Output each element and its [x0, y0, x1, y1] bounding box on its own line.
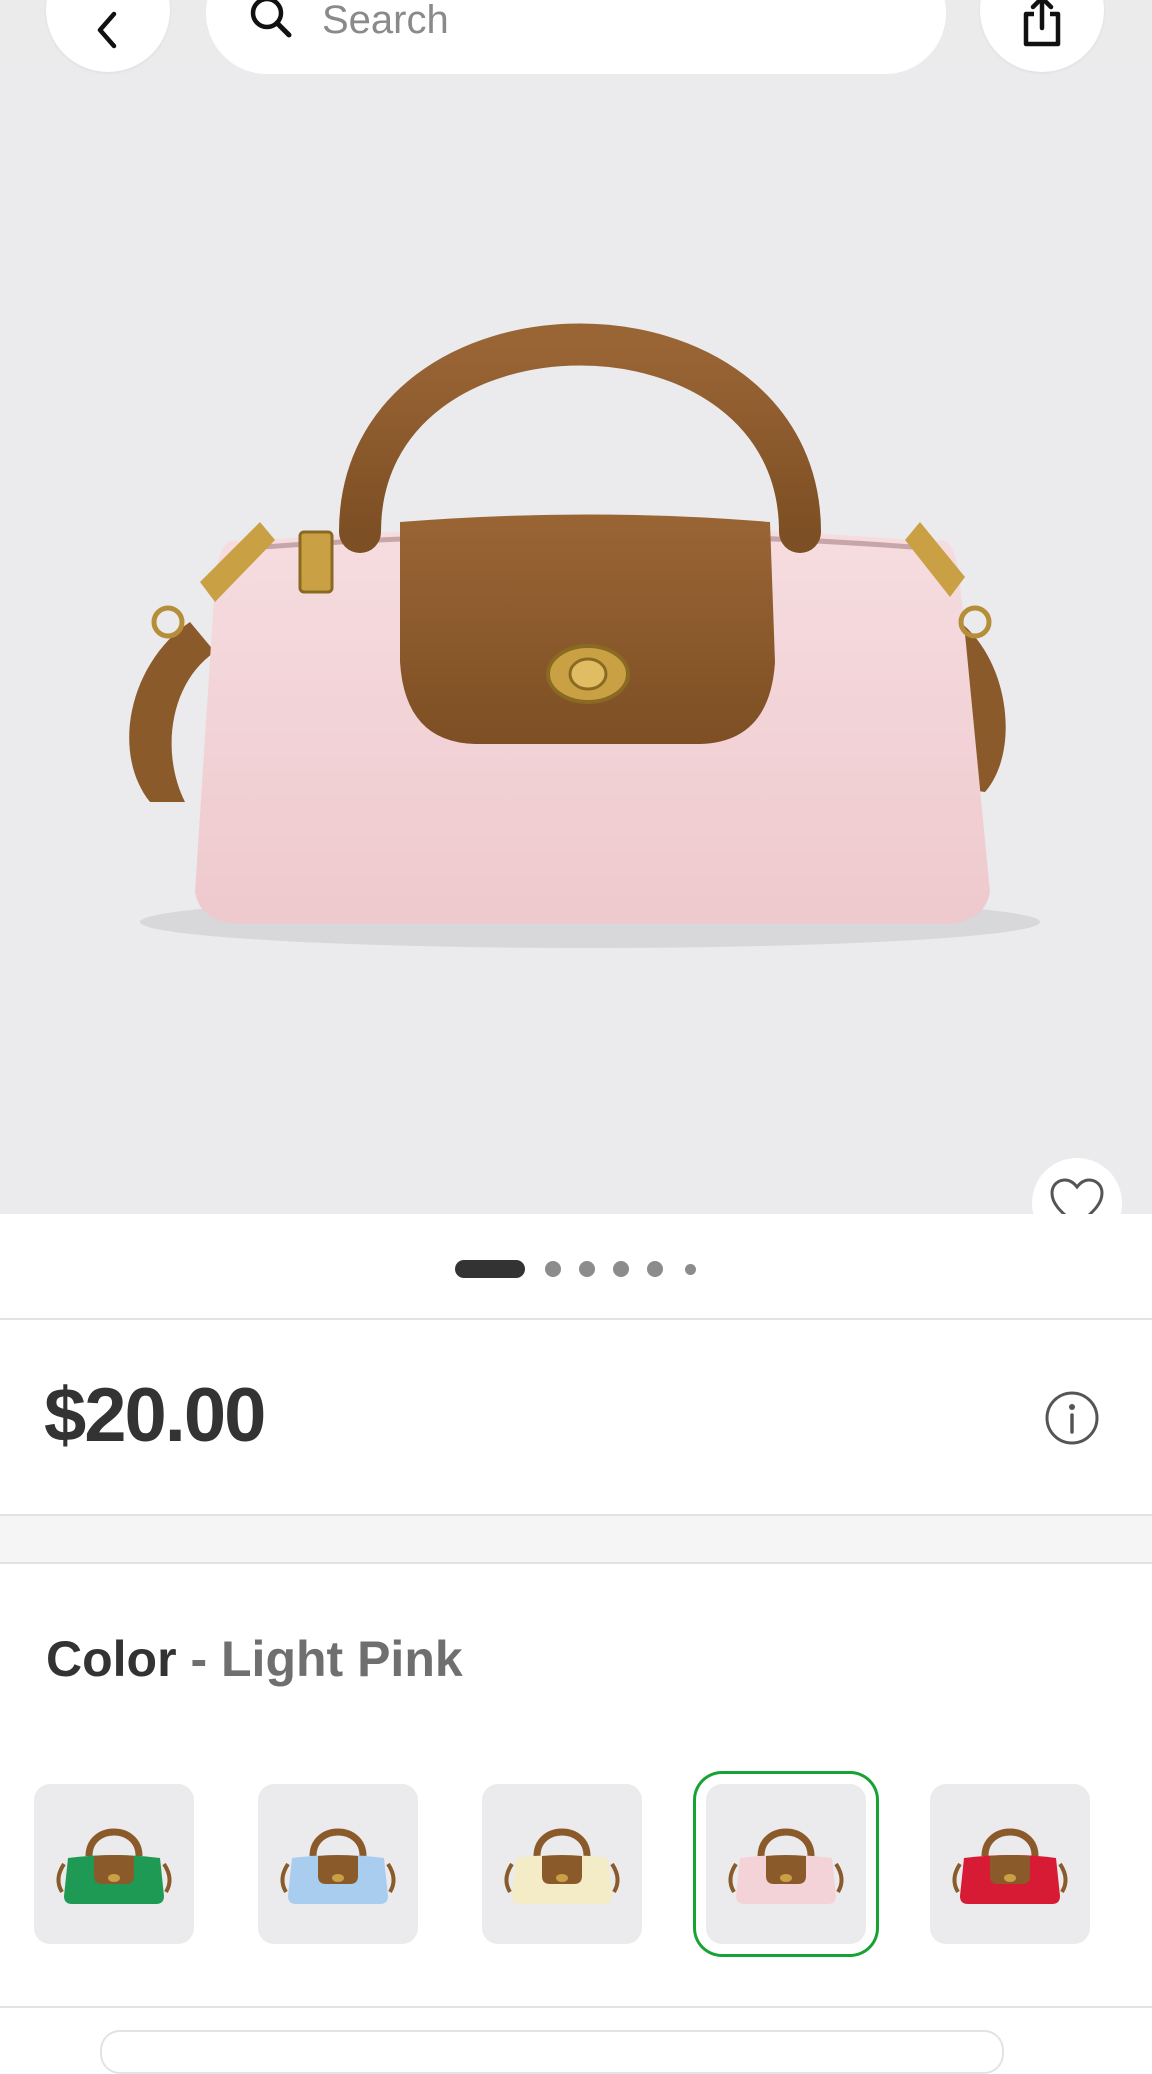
swatch-bag-thumbnail: [504, 1828, 620, 1904]
variant-selected-value: Light Pink: [221, 1631, 463, 1687]
pagination-dot[interactable]: [685, 1264, 696, 1275]
swatch-bag-thumbnail: [728, 1828, 844, 1904]
pagination-dot[interactable]: [613, 1261, 629, 1277]
swatch-bag-thumbnail: [56, 1828, 172, 1904]
info-circle-icon: [1045, 1391, 1099, 1445]
divider: [0, 1318, 1152, 1320]
price-info-button[interactable]: [1044, 1390, 1100, 1446]
heart-outline-icon: [1050, 1178, 1104, 1214]
search-icon: [250, 0, 292, 38]
pagination-dot-active[interactable]: [455, 1260, 525, 1278]
top-bar: Search: [0, 0, 1152, 74]
search-placeholder: Search: [322, 0, 449, 42]
variant-label-key: Color: [46, 1631, 177, 1687]
search-bar[interactable]: Search: [206, 0, 946, 74]
product-price: $20.00: [44, 1373, 266, 1458]
divider: [0, 2006, 1152, 2008]
back-button[interactable]: [46, 0, 170, 72]
gallery-pagination: [0, 1258, 1152, 1278]
color-swatch-light-blue[interactable]: [258, 1784, 418, 1944]
color-swatch-cream[interactable]: [482, 1784, 642, 1944]
section-separator: [0, 1514, 1152, 1564]
share-button[interactable]: [980, 0, 1104, 72]
color-swatch-red[interactable]: [930, 1784, 1090, 1944]
product-image: [129, 323, 1040, 948]
share-icon: [1023, 0, 1061, 47]
color-swatch-green[interactable]: [34, 1784, 194, 1944]
pagination-dot[interactable]: [545, 1261, 561, 1277]
variant-label: Color - Light Pink: [46, 1634, 463, 1684]
product-image-gallery[interactable]: [0, 62, 1152, 1214]
pagination-dot[interactable]: [647, 1261, 663, 1277]
variant-label-separator: -: [190, 1631, 208, 1687]
next-section-card: [100, 2030, 1004, 2074]
swatch-bag-thumbnail: [952, 1828, 1068, 1904]
swatch-bag-thumbnail: [280, 1828, 396, 1904]
color-swatch-light-pink[interactable]: [706, 1784, 866, 1944]
chevron-left-icon: [97, 11, 117, 49]
pagination-dot[interactable]: [579, 1261, 595, 1277]
